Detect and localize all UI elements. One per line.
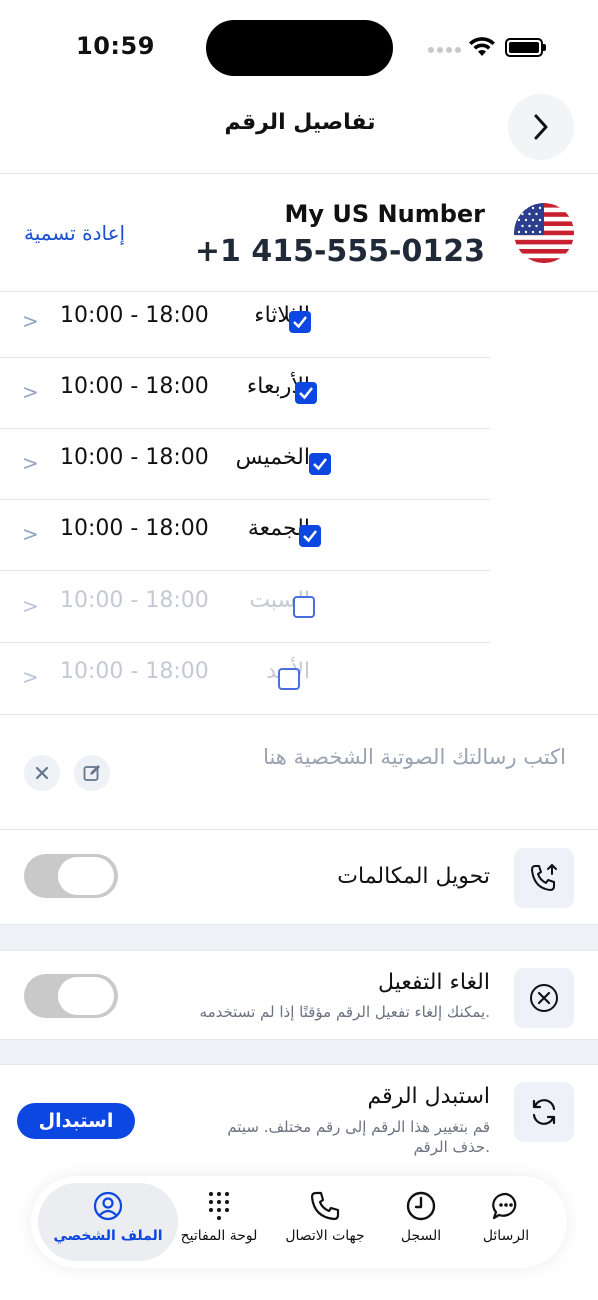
chevron-right-icon: > (22, 594, 39, 618)
chevron-right-icon: > (22, 309, 39, 333)
schedule-row[interactable]: > 10:00 - 18:00 الثلاثاء (0, 287, 490, 358)
deactivate-subtitle: يمكنك إلغاء تفعيل الرقم مؤقتًا إذا لم تس… (199, 1003, 490, 1021)
day-checkbox[interactable] (289, 311, 311, 333)
schedule-row[interactable]: > 10:00 - 18:00 الجمعة (0, 500, 490, 571)
deactivate-icon-box (514, 968, 574, 1028)
number-name: My US Number (284, 200, 485, 228)
refresh-icon (532, 1099, 556, 1125)
phone-icon (310, 1191, 340, 1221)
deactivate-toggle[interactable] (24, 974, 118, 1018)
schedule-hours: 10:00 - 18:00 (60, 445, 209, 470)
nav-keypad-label: لوحة المفاتيح (180, 1228, 258, 1244)
schedule-hours: 10:00 - 18:00 (60, 374, 209, 399)
nav-profile[interactable]: الملف الشخصي (53, 1190, 163, 1260)
replace-subtitle: قم بتغيير هذا الرقم إلى رقم مختلف. سيتم … (227, 1118, 490, 1156)
close-icon (35, 766, 49, 780)
schedule-hours: 10:00 - 18:00 (60, 588, 209, 613)
check-icon (313, 458, 327, 471)
nav-profile-label: الملف الشخصي (53, 1228, 163, 1244)
chevron-right-icon: > (22, 522, 39, 546)
deactivate-title: الغاء التفعيل (378, 970, 490, 995)
schedule-hours: 10:00 - 18:00 (60, 303, 209, 328)
voicemail-input[interactable]: اكتب رسالتك الصوتية الشخصية هنا (263, 745, 566, 769)
schedule-hours: 10:00 - 18:00 (60, 659, 209, 684)
call-forwarding-title: تحويل المكالمات (337, 864, 490, 889)
rename-link[interactable]: إعادة تسمية (24, 221, 125, 245)
day-checkbox[interactable] (295, 382, 317, 404)
day-checkbox[interactable] (278, 668, 300, 690)
cancel-circle-icon (530, 984, 558, 1012)
back-button[interactable] (508, 94, 574, 160)
check-icon (303, 530, 317, 543)
day-checkbox[interactable] (299, 525, 321, 547)
nav-contacts-label: جهات الاتصال (285, 1228, 365, 1244)
wifi-icon (469, 37, 495, 56)
call-forward-icon-box (514, 848, 574, 908)
us-flag-icon (514, 203, 574, 263)
chevron-right-icon (534, 114, 548, 140)
nav-messages[interactable]: الرسائل (451, 1190, 561, 1260)
schedule-day: الخميس (235, 445, 310, 470)
chevron-right-icon: > (22, 665, 39, 689)
battery-icon (505, 38, 543, 57)
nav-contacts[interactable]: جهات الاتصال (270, 1190, 380, 1260)
schedule-row[interactable]: > 10:00 - 18:00 الخميس (0, 429, 490, 500)
chat-icon (492, 1192, 517, 1220)
chevron-right-icon: > (22, 380, 39, 404)
schedule-row[interactable]: > 10:00 - 18:00 الأحد (0, 643, 490, 714)
keypad-icon (209, 1192, 229, 1220)
schedule-row[interactable]: > 10:00 - 18:00 السبت (0, 572, 490, 643)
clock-icon (406, 1191, 436, 1221)
dynamic-island (206, 20, 393, 76)
check-icon (299, 387, 313, 400)
phone-forward-icon (531, 864, 557, 891)
check-icon (293, 316, 307, 329)
schedule-row[interactable]: > 10:00 - 18:00 الأربعاء (0, 358, 490, 429)
profile-icon (93, 1191, 123, 1221)
page-title: تفاصيل الرقم (224, 110, 376, 135)
clear-button[interactable] (24, 755, 60, 791)
day-checkbox[interactable] (309, 453, 331, 475)
replace-title: استبدل الرقم (367, 1084, 490, 1109)
status-time: 10:59 (76, 32, 155, 60)
replace-icon-box (514, 1082, 574, 1142)
signal-icon (428, 47, 461, 55)
replace-button[interactable]: استبدال (17, 1103, 135, 1139)
nav-history-label: السجل (400, 1228, 442, 1244)
schedule-hours: 10:00 - 18:00 (60, 516, 209, 541)
day-checkbox[interactable] (293, 596, 315, 618)
edit-icon (83, 765, 100, 781)
nav-keypad[interactable]: لوحة المفاتيح (164, 1190, 274, 1260)
nav-messages-label: الرسائل (482, 1228, 530, 1244)
edit-button[interactable] (74, 755, 110, 791)
call-forwarding-toggle[interactable] (24, 854, 118, 898)
chevron-right-icon: > (22, 451, 39, 475)
phone-number: +1 415-555-0123 (194, 234, 485, 269)
